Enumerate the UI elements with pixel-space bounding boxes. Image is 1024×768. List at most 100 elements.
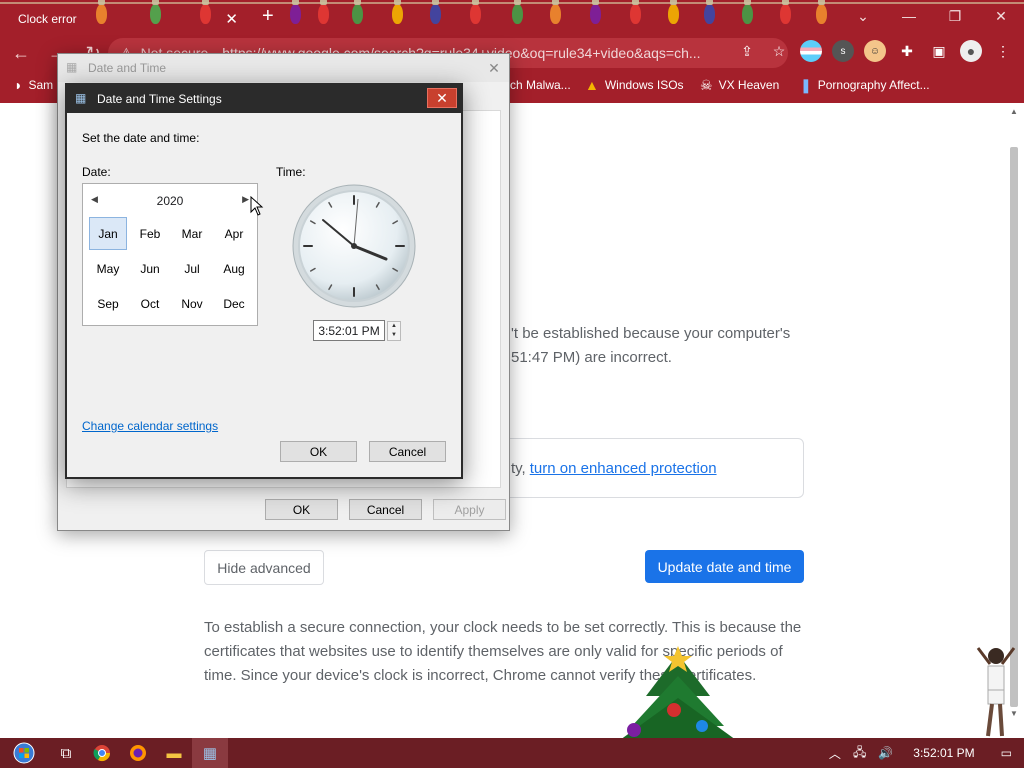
- puzzle-icon[interactable]: ✚: [896, 40, 918, 62]
- bookmark-favicon-icon: ❚: [800, 76, 812, 93]
- month-nov[interactable]: Nov: [171, 286, 213, 321]
- spin-up-icon[interactable]: ▲: [388, 322, 400, 331]
- notification-icon[interactable]: ▭: [1001, 746, 1012, 760]
- cancel-button[interactable]: Cancel: [369, 441, 446, 462]
- light-bulb: [352, 0, 363, 24]
- light-bulb: [780, 0, 791, 24]
- month-aug[interactable]: Aug: [213, 251, 255, 286]
- window-controls: ⌄ — ❐ ✕: [840, 0, 1024, 32]
- ok-button[interactable]: OK: [265, 499, 338, 520]
- profile-extension-icon[interactable]: ☺: [864, 40, 886, 62]
- update-date-time-button[interactable]: Update date and time: [645, 550, 804, 583]
- dialog-title: Date and Time Settings: [97, 92, 222, 106]
- light-bulb: [742, 0, 753, 24]
- mouse-cursor-icon: [250, 196, 264, 216]
- month-may[interactable]: May: [87, 251, 129, 286]
- bookmark-item[interactable]: ▲ Windows ISOs: [585, 77, 684, 93]
- ok-button[interactable]: OK: [280, 441, 357, 462]
- time-label: Time:: [276, 165, 306, 179]
- bookmark-item[interactable]: ❚ Pornography Affect...: [800, 77, 930, 94]
- firefox-icon[interactable]: [120, 738, 156, 768]
- close-icon[interactable]: ✕: [479, 60, 509, 77]
- analog-clock-icon: [292, 184, 416, 308]
- restore-button[interactable]: ❐: [932, 0, 978, 32]
- hide-advanced-button[interactable]: Hide advanced: [204, 550, 324, 585]
- toolbar-icons: ⇪ ☆ s ☺ ✚ ▣ ● ⋮: [736, 40, 1014, 62]
- back-button[interactable]: ←: [6, 38, 36, 68]
- month-feb[interactable]: Feb: [129, 216, 171, 251]
- bookmark-favicon-icon: ▲: [585, 77, 599, 93]
- dancing-figure-decoration: [976, 647, 1016, 737]
- enhanced-protection-box: ty, turn on enhanced protection: [490, 438, 804, 498]
- month-oct[interactable]: Oct: [129, 286, 171, 321]
- minimize-button[interactable]: —: [886, 0, 932, 32]
- scroll-up-icon[interactable]: ▲: [1008, 107, 1020, 121]
- bookmark-item[interactable]: ◗ Sam: [14, 77, 53, 93]
- network-icon[interactable]: 🖧: [853, 743, 866, 764]
- scroll-thumb[interactable]: [1010, 147, 1018, 707]
- month-dec[interactable]: Dec: [213, 286, 255, 321]
- cancel-button[interactable]: Cancel: [349, 499, 422, 520]
- time-spinner[interactable]: ▲ ▼: [387, 321, 401, 341]
- taskbar-clock[interactable]: 3:52:01 PM: [913, 746, 974, 760]
- sidebar-icon[interactable]: ▣: [928, 40, 950, 62]
- light-bulb: [470, 0, 481, 24]
- month-jan[interactable]: Jan: [89, 217, 127, 250]
- change-calendar-settings-link[interactable]: Change calendar settings: [82, 419, 218, 433]
- month-mar[interactable]: Mar: [171, 216, 213, 251]
- close-window-button[interactable]: ✕: [978, 0, 1024, 32]
- s-extension-icon[interactable]: s: [832, 40, 854, 62]
- bookmark-label: ch Malwa...: [510, 78, 571, 92]
- tab-close-icon[interactable]: ✕: [225, 10, 238, 28]
- file-explorer-icon[interactable]: ▬: [156, 738, 192, 768]
- windows-logo-icon: [13, 742, 35, 764]
- chrome-icon[interactable]: [84, 738, 120, 768]
- volume-icon[interactable]: 🔊: [878, 746, 893, 760]
- system-tray: ︿ 🖧 🔊 3:52:01 PM ▭: [823, 738, 1024, 768]
- close-icon[interactable]: ✕: [427, 88, 457, 108]
- chevron-up-icon[interactable]: ︿: [829, 745, 841, 762]
- month-sep[interactable]: Sep: [87, 286, 129, 321]
- apply-button[interactable]: Apply: [433, 499, 506, 520]
- page-scrollbar[interactable]: ▲ ▼: [1008, 107, 1020, 723]
- browser-tab[interactable]: Clock error ✕: [8, 4, 248, 34]
- month-jun[interactable]: Jun: [129, 251, 171, 286]
- dialog-title: Date and Time: [88, 61, 167, 75]
- date-time-settings-dialog: ▦ Date and Time Settings ✕ Set the date …: [65, 83, 463, 479]
- month-grid: Jan Feb Mar Apr May Jun Jul Aug Sep Oct …: [87, 216, 255, 321]
- task-view-icon[interactable]: ⧉: [48, 738, 84, 768]
- time-input[interactable]: 3:52:01 PM: [313, 320, 385, 341]
- start-button[interactable]: [0, 738, 48, 768]
- error-description: 't be established because your computer'…: [511, 322, 811, 370]
- menu-icon[interactable]: ⋮: [992, 40, 1014, 62]
- tab-search-button[interactable]: ⌄: [840, 0, 886, 32]
- taskbar: ⧉ ▬ ▦ ︿ 🖧 🔊 3:52:01 PM ▭: [0, 738, 1024, 768]
- calendar-year[interactable]: 2020: [83, 194, 257, 208]
- light-bulb: [550, 0, 561, 24]
- dialog-titlebar[interactable]: ▦ Date and Time ✕: [58, 54, 509, 82]
- light-bulb: [668, 0, 679, 24]
- share-icon[interactable]: ⇪: [736, 40, 758, 62]
- christmas-tree-decoration: [620, 646, 736, 740]
- avatar-icon[interactable]: ●: [960, 40, 982, 62]
- chrome-logo-icon: [93, 745, 111, 762]
- clock-app-icon: ▦: [66, 60, 78, 74]
- new-tab-button[interactable]: +: [262, 5, 274, 28]
- bookmark-item[interactable]: ☠ VX Heaven: [700, 77, 779, 94]
- star-icon[interactable]: ☆: [768, 40, 790, 62]
- dialog-titlebar[interactable]: ▦ Date and Time Settings ✕: [67, 85, 461, 113]
- light-bulb: [512, 0, 523, 24]
- next-year-icon[interactable]: ▶: [242, 194, 249, 205]
- light-bulb: [392, 0, 403, 24]
- calendar: ◀ 2020 ▶ Jan Feb Mar Apr May Jun Jul Aug…: [82, 183, 258, 326]
- light-bulb: [816, 0, 827, 24]
- bookmark-item[interactable]: ch Malwa...: [510, 78, 571, 92]
- extension-flag-icon[interactable]: [800, 40, 822, 62]
- error-line-2: 51:47 PM) are incorrect.: [511, 349, 672, 366]
- instruction-label: Set the date and time:: [82, 131, 200, 145]
- date-time-settings-icon[interactable]: ▦: [192, 738, 228, 768]
- month-jul[interactable]: Jul: [171, 251, 213, 286]
- month-apr[interactable]: Apr: [213, 216, 255, 251]
- enhanced-protection-link[interactable]: turn on enhanced protection: [530, 460, 717, 477]
- spin-down-icon[interactable]: ▼: [388, 331, 400, 340]
